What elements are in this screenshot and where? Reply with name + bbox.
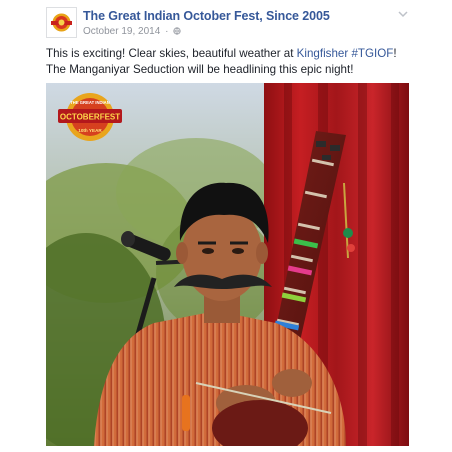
hashtag-link[interactable]: #TGIOF bbox=[351, 47, 393, 60]
chevron-down-icon[interactable] bbox=[398, 10, 408, 18]
facebook-post: The Great Indian October Fest, Since 200… bbox=[0, 0, 452, 452]
logo-title: OCTOBERFEST bbox=[60, 113, 120, 122]
post-photo[interactable]: OCTOBERFEST THE GREAT INDIAN 10th YEAR bbox=[46, 83, 409, 446]
post-text: This is exciting! Clear skies, beautiful… bbox=[46, 46, 416, 78]
post-meta: October 19, 2014 · bbox=[83, 26, 181, 37]
page-name-link[interactable]: The Great Indian October Fest, Since 200… bbox=[83, 9, 330, 23]
logo-ribbon: 10th YEAR bbox=[78, 128, 102, 133]
meta-separator: · bbox=[165, 26, 169, 37]
globe-icon[interactable] bbox=[173, 27, 181, 35]
logo-subtitle: THE GREAT INDIAN bbox=[70, 100, 109, 105]
page-avatar[interactable] bbox=[46, 7, 77, 38]
performer-photo: OCTOBERFEST THE GREAT INDIAN 10th YEAR bbox=[46, 83, 409, 446]
mention-link[interactable]: Kingfisher bbox=[297, 47, 349, 60]
octoberfest-logo-icon bbox=[51, 13, 72, 32]
post-date[interactable]: October 19, 2014 bbox=[83, 26, 160, 37]
post-text-intro: This is exciting! Clear skies, beautiful… bbox=[46, 47, 297, 60]
